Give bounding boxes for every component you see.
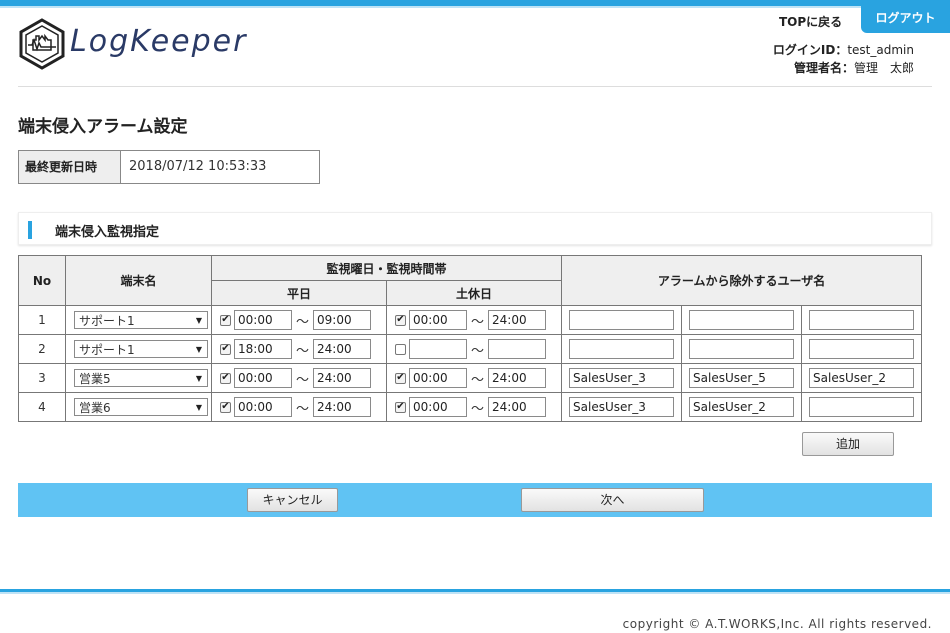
top-accent-bar [0, 0, 950, 8]
holiday-to-input[interactable]: 24:00 [488, 368, 547, 388]
exclude-user-input[interactable]: SalesUser_3 [569, 397, 675, 417]
weekday-to-input[interactable]: 24:00 [313, 368, 372, 388]
admin-name-label: 管理者名： [793, 61, 854, 75]
top-page-link[interactable]: TOPに戻る [779, 13, 842, 30]
range-tilde: ～ [471, 314, 485, 330]
login-id-label: ログインID： [772, 43, 848, 57]
section-heading: 端末侵入監視指定 [18, 212, 932, 245]
weekday-to-input[interactable]: 24:00 [313, 339, 372, 359]
cancel-button[interactable]: キャンセル [247, 488, 338, 512]
logout-button[interactable]: ログアウト [861, 6, 950, 33]
terminal-select-value: サポート1 [79, 313, 135, 328]
table-row: 2 サポート1 ▼ ✔ 18:00 ～ 24:00 ～ [18, 334, 923, 364]
range-tilde: ～ [296, 314, 310, 330]
row-number: 3 [18, 363, 66, 393]
header-weekday: 平日 [211, 280, 387, 306]
header-divider [18, 86, 932, 87]
exclude-user-input[interactable]: SalesUser_2 [689, 397, 795, 417]
range-tilde: ～ [296, 343, 310, 359]
terminal-select-value: サポート1 [79, 342, 135, 357]
dropdown-arrow-icon: ▼ [195, 315, 202, 325]
range-tilde: ～ [471, 372, 485, 388]
range-tilde: ～ [296, 401, 310, 417]
weekday-to-input[interactable]: 09:00 [313, 310, 372, 330]
weekday-checkbox[interactable]: ✔ [220, 343, 231, 355]
range-tilde: ～ [296, 372, 310, 388]
weekday-checkbox[interactable]: ✔ [220, 372, 231, 384]
holiday-from-input[interactable]: 00:00 [409, 310, 467, 330]
exclude-user-input[interactable]: SalesUser_2 [809, 368, 915, 388]
holiday-to-input[interactable]: 24:00 [488, 397, 547, 417]
weekday-from-input[interactable]: 00:00 [234, 397, 292, 417]
terminal-select[interactable]: サポート1 ▼ [74, 340, 208, 358]
holiday-checkbox[interactable]: ✔ [395, 401, 406, 413]
dropdown-arrow-icon: ▼ [195, 402, 202, 412]
copyright-text: copyright © A.T.WORKS,Inc. All rights re… [622, 617, 932, 631]
exclude-user-input[interactable]: SalesUser_5 [689, 368, 795, 388]
holiday-checkbox[interactable]: ✔ [395, 372, 406, 384]
holiday-to-input[interactable] [488, 339, 547, 359]
dropdown-arrow-icon: ▼ [195, 344, 202, 354]
row-number: 4 [18, 392, 66, 422]
header-exclude-users: アラームから除外するユーザ名 [561, 255, 923, 306]
range-tilde: ～ [471, 401, 485, 417]
terminal-select[interactable]: 営業5 ▼ [74, 369, 208, 387]
terminal-select-value: 営業5 [79, 371, 111, 386]
header-terminal: 端末名 [65, 255, 212, 306]
exclude-user-input[interactable] [689, 339, 795, 359]
section-accent-bar [28, 221, 32, 239]
exclude-user-input[interactable] [569, 339, 675, 359]
section-title: 端末侵入監視指定 [55, 225, 160, 240]
next-button[interactable]: 次へ [521, 488, 704, 512]
dropdown-arrow-icon: ▼ [195, 373, 202, 383]
last-updated-label: 最終更新日時 [19, 151, 121, 183]
header-no: No [18, 255, 66, 306]
terminal-select-value: 営業6 [79, 400, 111, 415]
page-title: 端末侵入アラーム設定 [18, 117, 188, 137]
terminal-select[interactable]: サポート1 ▼ [74, 311, 208, 329]
add-row-button[interactable]: 追加 [802, 432, 894, 456]
exclude-user-input[interactable] [569, 310, 675, 330]
row-number: 1 [18, 305, 66, 335]
holiday-from-input[interactable] [409, 339, 467, 359]
weekday-from-input[interactable]: 00:00 [234, 310, 292, 330]
holiday-to-input[interactable]: 24:00 [488, 310, 547, 330]
login-id-value: test_admin [847, 43, 914, 57]
last-updated-box: 最終更新日時 2018/07/12 10:53:33 [18, 150, 320, 184]
weekday-checkbox[interactable]: ✔ [220, 314, 231, 326]
exclude-user-input[interactable] [809, 339, 915, 359]
weekday-from-input[interactable]: 00:00 [234, 368, 292, 388]
header-monitor: 監視曜日・監視時間帯 [210, 255, 563, 281]
user-info: ログインID：test_admin 管理者名：管理 太郎 [773, 41, 914, 77]
last-updated-value: 2018/07/12 10:53:33 [129, 159, 267, 174]
action-bar [18, 483, 932, 517]
exclude-user-input[interactable] [809, 397, 915, 417]
logo-hexagon-icon [19, 18, 65, 70]
exclude-user-input[interactable] [809, 310, 915, 330]
logo-text: LogKeeper [70, 24, 248, 59]
exclude-user-input[interactable]: SalesUser_3 [569, 368, 675, 388]
holiday-from-input[interactable]: 00:00 [409, 368, 467, 388]
holiday-from-input[interactable]: 00:00 [409, 397, 467, 417]
table-row: 4 営業6 ▼ ✔ 00:00 ～ 24:00 ✔ 00:00 ～ 24:00 SalesUs… [18, 392, 923, 422]
header-holiday: 土休日 [385, 280, 563, 306]
terminal-select[interactable]: 営業6 ▼ [74, 398, 208, 416]
holiday-checkbox[interactable] [395, 343, 406, 355]
table-row: 3 営業5 ▼ ✔ 00:00 ～ 24:00 ✔ 00:00 ～ 24:00 SalesUs… [18, 363, 923, 393]
table-row: 1 サポート1 ▼ ✔ 00:00 ～ 09:00 ✔ 00:00 ～ 24:00 [18, 305, 923, 335]
logkeeper-logo[interactable]: LogKeeper [18, 18, 318, 70]
exclude-user-input[interactable] [689, 310, 795, 330]
row-number: 2 [18, 334, 66, 364]
holiday-checkbox[interactable]: ✔ [395, 314, 406, 326]
monitor-settings-table: No 端末名 監視曜日・監視時間帯 アラームから除外するユーザ名 平日 土休日 … [18, 255, 923, 422]
range-tilde: ～ [471, 343, 485, 359]
footer-accent-bar [0, 589, 950, 594]
weekday-checkbox[interactable]: ✔ [220, 401, 231, 413]
admin-name-value: 管理 太郎 [853, 61, 914, 75]
weekday-from-input[interactable]: 18:00 [234, 339, 292, 359]
weekday-to-input[interactable]: 24:00 [313, 397, 372, 417]
